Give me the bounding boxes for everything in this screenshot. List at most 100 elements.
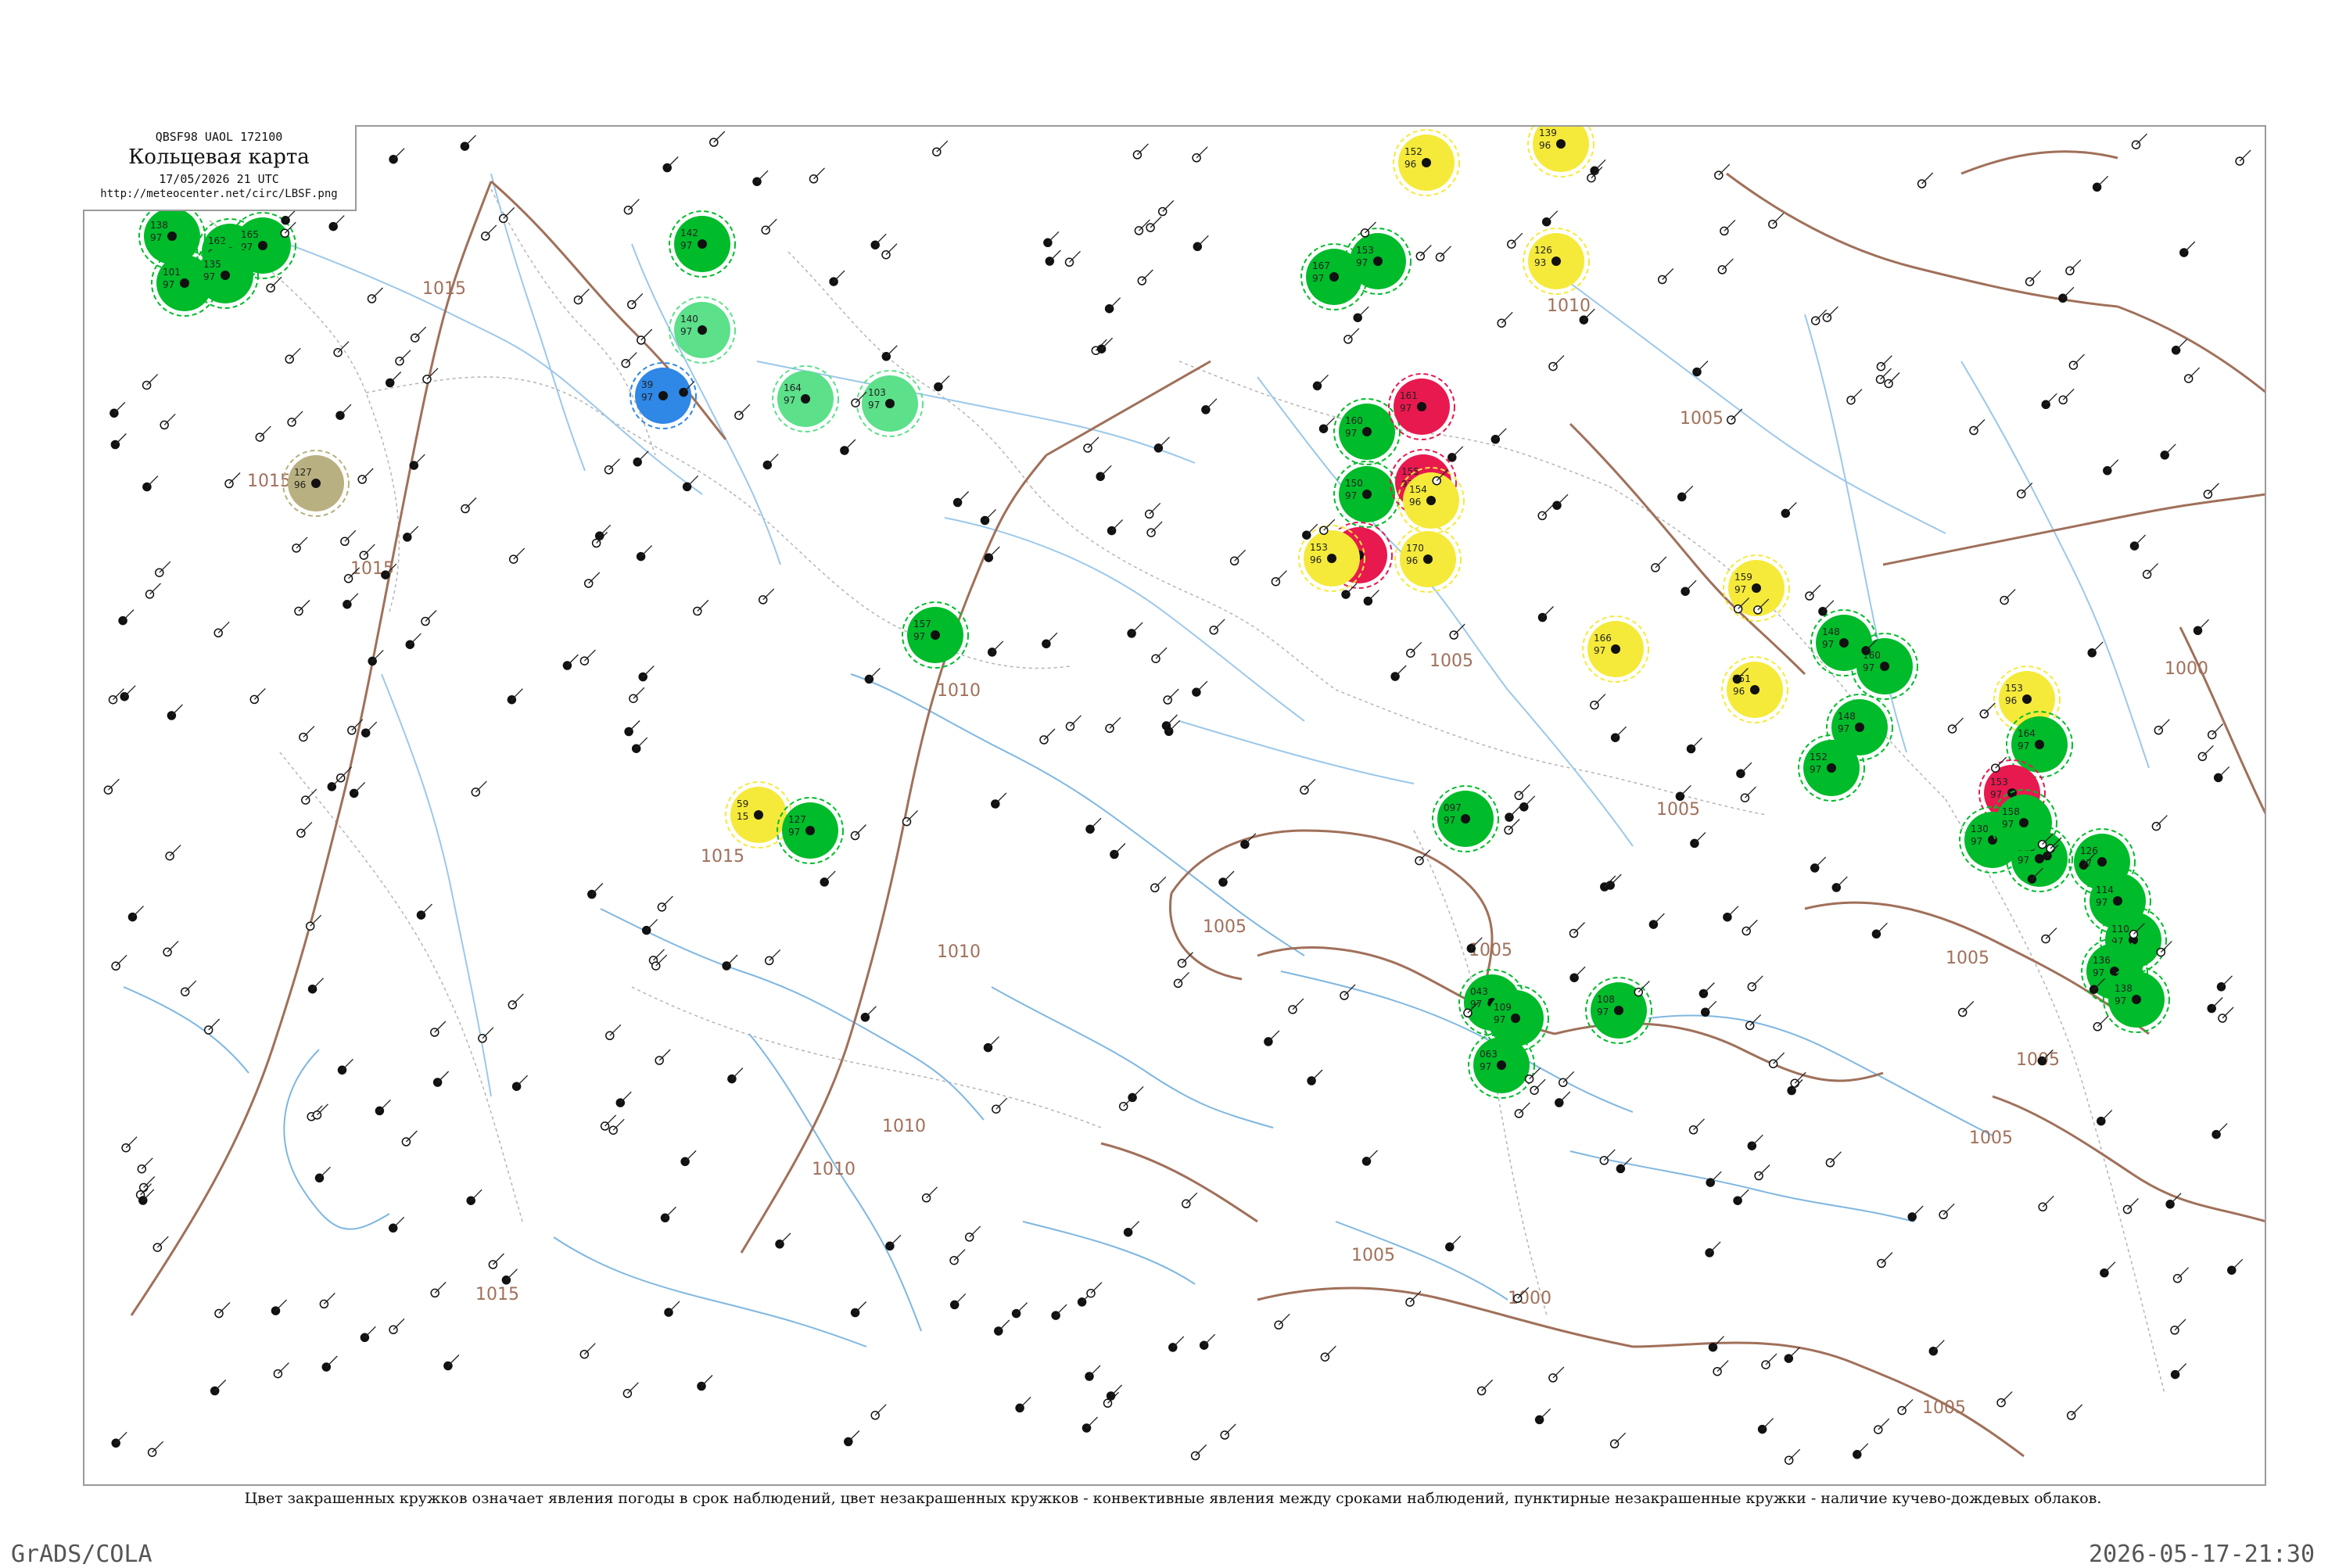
station-value: 97 — [1494, 1014, 1505, 1025]
station-marker[interactable]: 15797 — [902, 601, 969, 669]
station-dot — [1417, 402, 1426, 411]
station-value: 97 — [1480, 1061, 1491, 1072]
wind-barb — [1347, 328, 1360, 340]
station-marker[interactable]: 12693 — [1523, 228, 1590, 295]
wind-barb — [208, 1018, 221, 1031]
station-marker[interactable]: 09797 — [1432, 785, 1499, 852]
legend-note: Цвет закрашенных кружков означает явлени… — [244, 1490, 2102, 1507]
wind-barb — [1419, 245, 1432, 257]
station-value: 97 — [680, 240, 692, 251]
isobar-label: 1005 — [1680, 409, 1724, 429]
wind-barb — [954, 1293, 967, 1305]
wind-barb — [2211, 723, 2224, 736]
map-header: QBSF98 UAOL 172100 Кольцевая карта 17/05… — [83, 125, 357, 211]
wind-barb — [1713, 1336, 1724, 1348]
station-marker[interactable]: 16197 — [1388, 373, 1455, 440]
wind-barb — [1317, 374, 1329, 386]
wind-barb — [1178, 971, 1189, 984]
station-dot — [1839, 638, 1849, 648]
wind-barb — [2218, 766, 2230, 778]
station-pressure: 159 — [1734, 572, 1752, 583]
wind-barb — [1394, 665, 1407, 677]
station-marker[interactable]: 15196 — [1721, 656, 1788, 723]
wind-barb — [1744, 786, 1756, 798]
source-link[interactable]: http://meteocenter.net/circ/LBSF.png — [83, 188, 355, 200]
isobar-label: 1015 — [701, 847, 744, 867]
wind-barb — [344, 529, 357, 542]
wind-barb — [848, 1430, 860, 1442]
station-value: 96 — [1733, 686, 1745, 697]
station-dot — [2035, 854, 2044, 863]
wind-barb — [1109, 716, 1121, 729]
isobar-label: 1005 — [1656, 800, 1700, 820]
station-value: 96 — [1310, 554, 1322, 565]
wind-barb — [2221, 975, 2233, 988]
station-marker[interactable]: 16097 — [1851, 633, 1918, 700]
station-marker[interactable]: 15297 — [1798, 734, 1865, 802]
wind-barb — [889, 1234, 902, 1247]
wind-barb — [1357, 306, 1369, 318]
wind-barb — [665, 1206, 676, 1218]
wind-barb — [646, 919, 658, 931]
wind-barb — [995, 792, 1007, 805]
isobar-label: 1005 — [1469, 941, 1512, 960]
station-marker[interactable]: 06397 — [1468, 1032, 1535, 1099]
isobar-label: 1005 — [1969, 1128, 2013, 1148]
wind-barb — [577, 289, 590, 301]
wind-barb — [1047, 231, 1060, 243]
wind-barb — [1268, 1030, 1280, 1042]
station-marker[interactable]: 10897 — [1585, 977, 1652, 1044]
station-marker[interactable]: 16497 — [772, 365, 839, 432]
wind-barb — [275, 1299, 287, 1311]
station-pressure: 148 — [1822, 626, 1840, 637]
station-pressure: 142 — [680, 228, 698, 239]
station-marker[interactable]: 13897 — [2103, 966, 2170, 1033]
station-marker[interactable]: 14297 — [669, 210, 736, 278]
wind-barb — [701, 1375, 713, 1387]
station-value: 15 — [737, 811, 748, 822]
station-marker[interactable]: 15097 — [1333, 461, 1401, 528]
wind-barb — [2183, 241, 2196, 253]
station-value: 97 — [1990, 789, 2002, 800]
station-marker[interactable]: 14097 — [669, 296, 736, 364]
wind-barb — [906, 810, 918, 823]
station-dot — [1511, 1014, 1520, 1023]
station-marker[interactable]: 12796 — [282, 450, 350, 517]
wind-barb — [2164, 443, 2176, 456]
station-marker[interactable]: 17096 — [1394, 526, 1462, 593]
wind-barb — [465, 497, 477, 509]
wind-barb — [1136, 143, 1149, 156]
wind-barb — [323, 1292, 335, 1304]
wind-barb — [361, 468, 374, 480]
wind-barb — [1696, 361, 1709, 373]
wind-barb — [1679, 784, 1691, 797]
station-dot — [1329, 272, 1339, 282]
wind-barb — [1366, 1150, 1378, 1162]
station-marker[interactable]: 10397 — [856, 370, 924, 437]
station-value: 97 — [1734, 584, 1746, 595]
wind-barb — [1278, 1313, 1290, 1326]
wind-barb — [813, 167, 825, 180]
station-marker[interactable]: 16697 — [1582, 615, 1649, 683]
station-value: 96 — [1404, 159, 1416, 170]
wind-barb — [969, 1225, 981, 1238]
wind-barb — [1881, 1252, 1893, 1264]
wind-barb — [393, 1216, 405, 1229]
wind-barb — [1324, 1345, 1336, 1358]
wind-barb — [1921, 172, 1934, 185]
wind-barb — [378, 1099, 391, 1111]
wind-barb — [1089, 817, 1102, 830]
station-marker[interactable]: 15296 — [1393, 129, 1460, 196]
wind-barb — [325, 1355, 338, 1368]
station-marker[interactable]: 13996 — [1527, 127, 1594, 178]
station-marker[interactable]: 16097 — [1333, 398, 1401, 465]
station-pressure: 140 — [680, 314, 698, 325]
wind-barb — [1829, 1151, 1842, 1164]
wind-barb — [1751, 1134, 1763, 1146]
station-marker[interactable]: 12797 — [777, 797, 844, 864]
station-dot — [931, 630, 940, 640]
station-value: 97 — [2018, 741, 2029, 752]
isobar-label: 1010 — [812, 1160, 856, 1179]
station-value: 96 — [1539, 140, 1551, 151]
station-marker[interactable]: 15496 — [1397, 467, 1465, 534]
